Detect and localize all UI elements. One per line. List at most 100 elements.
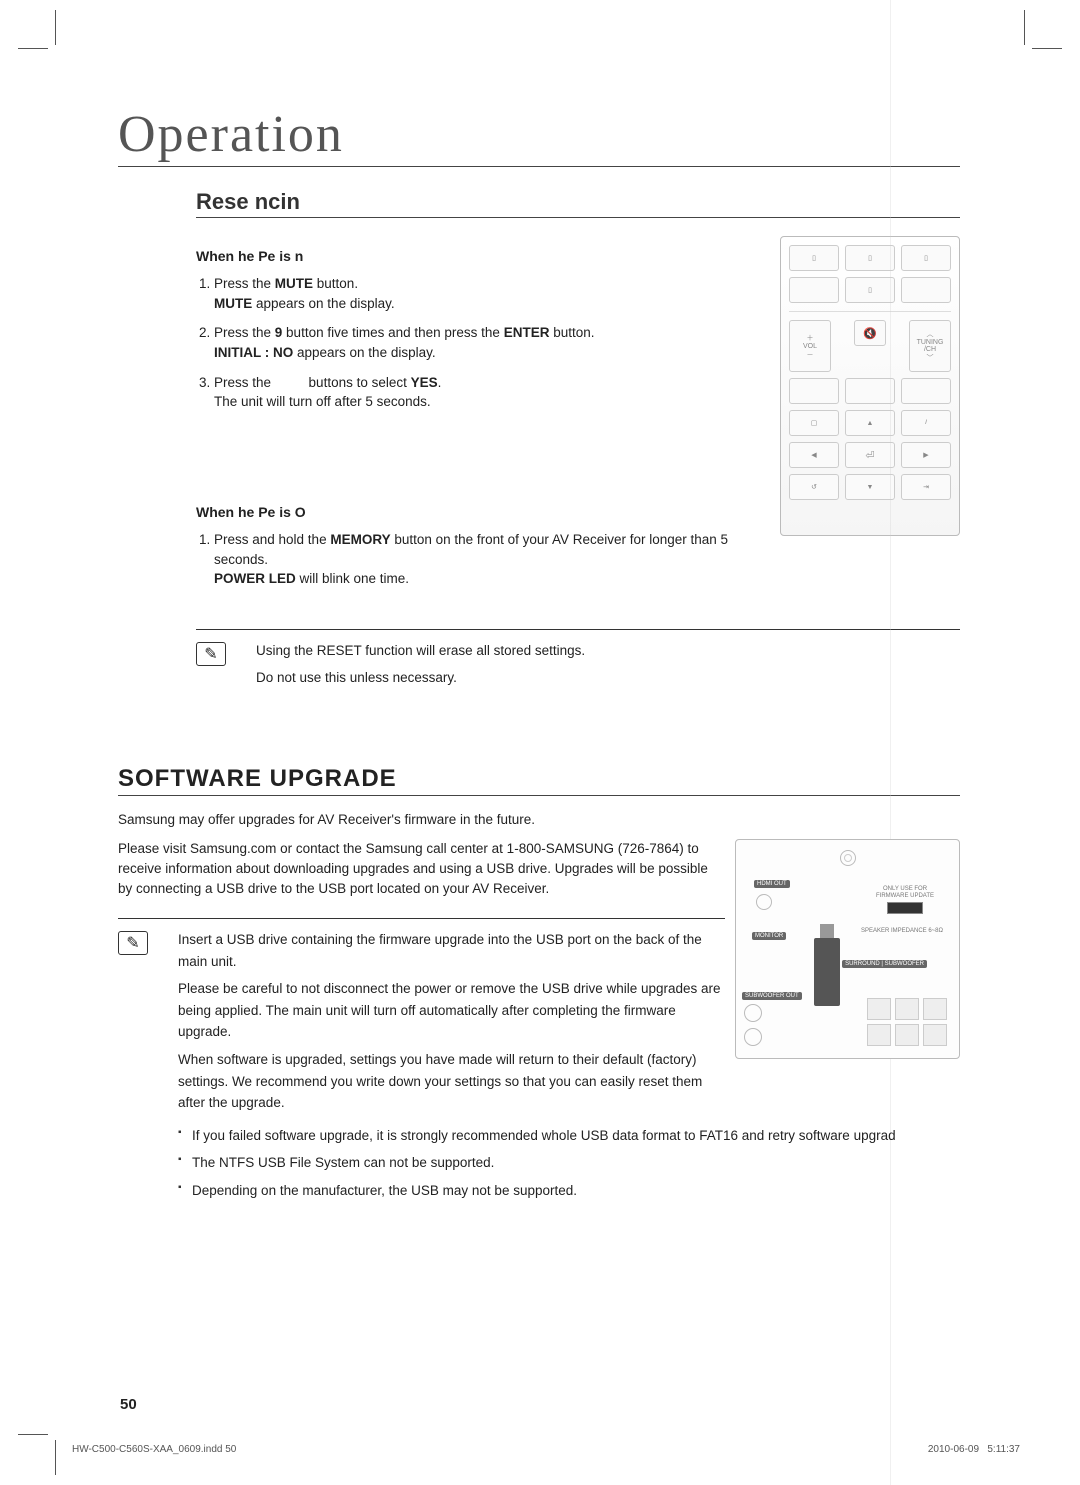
bullet: Depending on the manufacturer, the USB m… [178, 1181, 960, 1201]
jack-icon [744, 1004, 762, 1022]
mute-icon: 🔇 [863, 327, 877, 340]
trim-line [890, 0, 891, 1485]
note-line: When software is upgraded, settings you … [178, 1049, 725, 1114]
t: appears on the display. [252, 296, 394, 311]
bullet: The NTFS USB File System can not be supp… [178, 1153, 960, 1173]
software-row: Please visit Samsung.com or contact the … [118, 839, 960, 1119]
software-heading: SOFTWARE UPGRADE [118, 765, 960, 796]
t: button. [313, 276, 358, 291]
terminal-icon [867, 1024, 891, 1046]
mute-button: 🔇 [854, 320, 886, 346]
footer-meta: HW-C500-C560S-XAA_0609.indd 50 2010-06-0… [72, 1444, 1020, 1455]
t: ENTER [504, 325, 550, 340]
t: MUTE [275, 276, 313, 291]
tuning-button: ︿TUNING /CH﹀ [909, 320, 951, 372]
jacks [744, 1004, 762, 1046]
remote-button: ▯ [901, 245, 951, 271]
reset-heading: Rese ncin [196, 189, 960, 218]
step: Press the 9 button ﬁve times and then pr… [214, 323, 770, 362]
vol-label: VOL [803, 343, 817, 350]
remote-button: ▶ [901, 442, 951, 468]
hdmi-label: HDMI OUT [754, 880, 790, 888]
remote-button: ▼ [845, 474, 895, 500]
reset-body: When he Pe is n Press the MUTE button. M… [196, 236, 770, 599]
t: MUTE [214, 296, 252, 311]
usb-label: ONLY USE FOR FIRMWARE UPDATE [875, 886, 935, 913]
note-text: Insert a USB drive containing the ﬁrmwar… [178, 929, 725, 1120]
hdmi-port-icon [756, 894, 772, 910]
usb-drive-icon [814, 938, 840, 1006]
reset-note: ✎ Using the RESET function will erase al… [196, 629, 960, 695]
software-bullets: If you failed software upgrade, it is st… [178, 1126, 960, 1201]
speaker-terminals [867, 998, 947, 1046]
remote-button: ▯ [789, 245, 839, 271]
page: Operation Rese ncin When he Pe is n Pres… [0, 0, 1080, 1485]
usb-slot-icon [887, 902, 923, 914]
crop-mark [55, 1440, 56, 1475]
software-note: ✎ Insert a USB drive containing the ﬁrmw… [118, 918, 725, 1120]
remote-button [789, 378, 839, 404]
monitor-label: MONITOR [752, 932, 786, 940]
footer-file: HW-C500-C560S-XAA_0609.indd 50 [72, 1444, 236, 1455]
t: button ﬁve times and then press the [282, 325, 503, 340]
step: Press the MUTE button. MUTE appears on t… [214, 274, 770, 313]
crop-mark [18, 1434, 48, 1435]
reset-section: Rese ncin When he Pe is n Press the MUTE… [196, 189, 960, 695]
t: Press and hold the [214, 532, 330, 547]
note-line: Using the RESET function will erase all … [256, 640, 585, 662]
screw-icon [840, 850, 856, 866]
software-p2: Please visit Samsung.com or contact the … [118, 839, 725, 898]
content-area: Operation Rese ncin When he Pe is n Pres… [0, 0, 1080, 1201]
terminal-icon [867, 998, 891, 1020]
step: Press the buttons to select YES. The uni… [214, 373, 770, 412]
note-line: Please be careful to not disconnect the … [178, 978, 725, 1043]
t: will blink one time. [296, 571, 409, 586]
remote-button: ▢ [789, 410, 839, 436]
remote-button: ▲ [845, 410, 895, 436]
vol-button: ＋VOL－ [789, 320, 831, 372]
t: appears on the display. [293, 345, 435, 360]
footer-time: 5:11:37 [987, 1444, 1020, 1455]
t: Press the [214, 375, 275, 390]
bullet: If you failed software upgrade, it is st… [178, 1126, 960, 1146]
t: . [438, 375, 442, 390]
remote-button: ▯ [845, 277, 895, 303]
note-line: Do not use this unless necessary. [256, 667, 585, 689]
t: The unit will turn off after 5 seconds. [214, 394, 431, 409]
t: MEMORY [330, 532, 390, 547]
power-off-title: When he Pe is O [196, 502, 770, 522]
software-body: Please visit Samsung.com or contact the … [118, 839, 725, 1119]
power-on-title: When he Pe is n [196, 246, 770, 266]
crop-mark [1024, 10, 1025, 45]
software-intro: Samsung may offer upgrades for AV Receiv… [118, 810, 960, 830]
t: INITIAL : NO [214, 345, 293, 360]
power-on-steps: Press the MUTE button. MUTE appears on t… [214, 274, 770, 411]
back-panel-illustration: HDMI OUT ONLY USE FOR FIRMWARE UPDATE MO… [735, 839, 960, 1059]
t: buttons to select [305, 375, 411, 390]
terminal-icon [895, 1024, 919, 1046]
terminal-icon [923, 998, 947, 1020]
enter-button: ⏎ [845, 442, 895, 468]
power-off-steps: Press and hold the MEMORY button on the … [214, 530, 770, 589]
note-text: Using the RESET function will erase all … [256, 640, 585, 695]
crop-mark [1032, 48, 1062, 49]
chapter-title: Operation [118, 105, 960, 167]
footer-date: 2010-06-09 [928, 1444, 979, 1455]
t: Press the [214, 325, 275, 340]
note-icon: ✎ [118, 931, 148, 955]
remote-button [901, 378, 951, 404]
remote-button [901, 277, 951, 303]
remote-button: 𝑖 [901, 410, 951, 436]
page-number: 50 [120, 1396, 137, 1413]
subwoofer-label: SUBWOOFER OUT [742, 992, 802, 1000]
remote-button: ◀ [789, 442, 839, 468]
remote-button [789, 277, 839, 303]
remote-button: ↺ [789, 474, 839, 500]
remote-button: ⇥ [901, 474, 951, 500]
t: YES [411, 375, 438, 390]
t: button. [549, 325, 594, 340]
note-line: Insert a USB drive containing the ﬁrmwar… [178, 929, 725, 972]
note-icon: ✎ [196, 642, 226, 666]
terminal-icon [895, 998, 919, 1020]
crop-mark [18, 48, 48, 49]
